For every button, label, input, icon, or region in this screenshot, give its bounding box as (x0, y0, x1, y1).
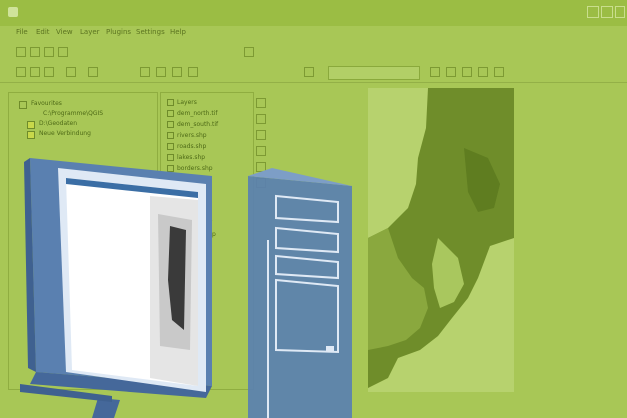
computer-illustration (20, 158, 352, 418)
monitor-icon (20, 158, 212, 418)
tower-icon (248, 168, 352, 418)
